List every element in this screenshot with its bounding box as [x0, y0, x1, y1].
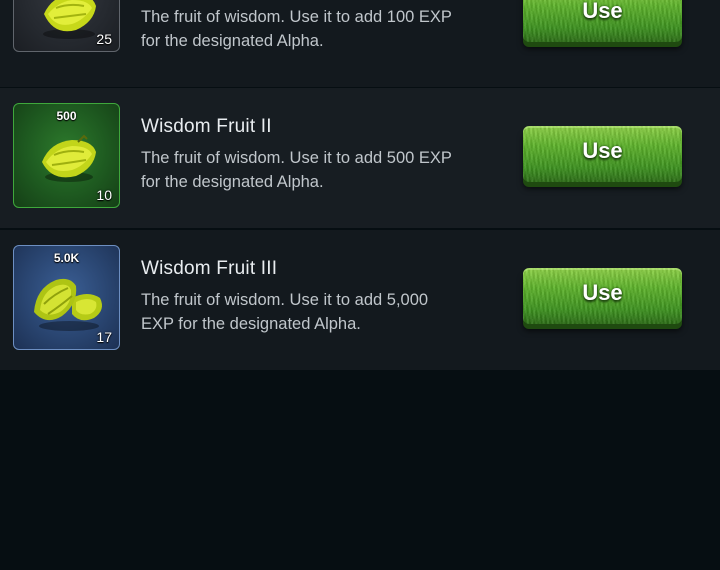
use-button[interactable]: Use [523, 126, 682, 182]
item-description: The fruit of wisdom. Use it to add 500 E… [141, 146, 521, 194]
item-name: Wisdom Fruit II [141, 116, 272, 137]
item-description-line1: The fruit of wisdom. Use it to add 100 E… [141, 8, 452, 26]
item-icon-slot[interactable]: 5.0K 17 [13, 245, 120, 350]
use-button-label: Use [582, 280, 623, 305]
item-count: 17 [96, 329, 112, 345]
item-description-line2: for the designated Alpha. [141, 173, 324, 191]
item-description: The fruit of wisdom. Use it to add 5,000… [141, 288, 521, 336]
item-description: The fruit of wisdom. Use it to add 100 E… [141, 5, 521, 53]
use-button-label: Use [582, 138, 623, 163]
item-list-screen: 25 The fruit of wisdom. Use it to add 10… [0, 0, 720, 570]
item-description-line1: The fruit of wisdom. Use it to add 5,000 [141, 291, 429, 309]
use-button[interactable]: Use [523, 0, 682, 42]
item-icon-slot[interactable]: 25 [13, 0, 120, 52]
use-button-label: Use [582, 0, 623, 23]
item-name: Wisdom Fruit III [141, 258, 278, 279]
item-description-line1: The fruit of wisdom. Use it to add 500 E… [141, 149, 452, 167]
item-row-wisdom-fruit-i: 25 The fruit of wisdom. Use it to add 10… [0, 0, 720, 87]
item-value-badge: 5.0K [53, 251, 80, 265]
item-icon-slot[interactable]: 500 10 [13, 103, 120, 208]
item-row-wisdom-fruit-ii: 500 10 Wisdom Fruit II The fruit of wisd… [0, 88, 720, 228]
use-button[interactable]: Use [523, 268, 682, 324]
item-description-line2: EXP for the designated Alpha. [141, 315, 361, 333]
item-value-badge: 500 [56, 109, 77, 123]
item-count: 25 [96, 31, 112, 47]
item-count: 10 [96, 187, 112, 203]
item-row-wisdom-fruit-iii: 5.0K 17 Wisdom Fruit III The fruit of wi… [0, 230, 720, 370]
item-description-line2: for the designated Alpha. [141, 32, 324, 50]
